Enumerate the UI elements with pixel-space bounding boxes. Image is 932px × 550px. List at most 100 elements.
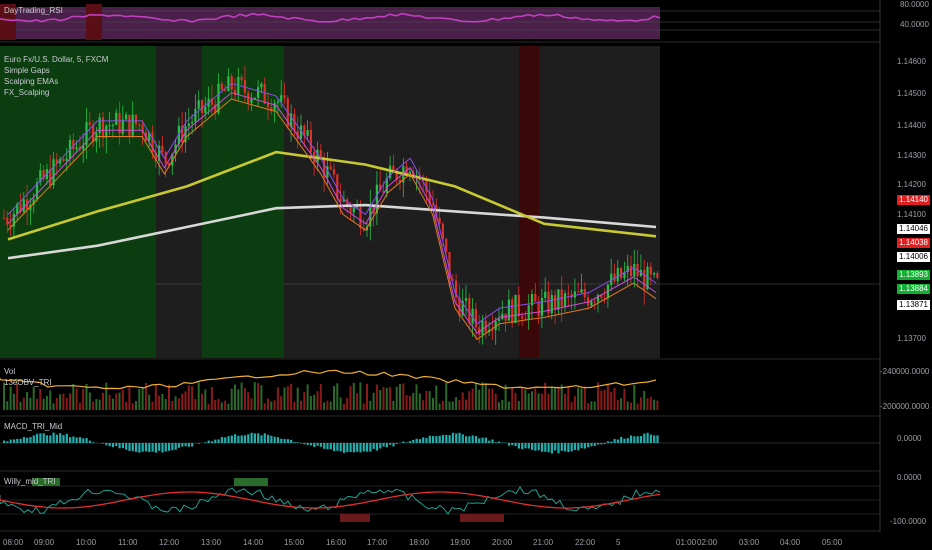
- candle-body: [514, 294, 517, 323]
- macd-histogram-bar: [514, 443, 517, 447]
- volume-pane-title[interactable]: Vol: [4, 367, 15, 376]
- volume-bar: [455, 397, 458, 410]
- macd-histogram-bar: [435, 436, 438, 443]
- macd-histogram-bar: [656, 435, 659, 443]
- candle-body: [138, 124, 141, 126]
- volume-bar: [45, 395, 48, 410]
- macd-histogram-bar: [451, 432, 454, 443]
- macd-histogram-bar: [82, 438, 85, 443]
- macd-histogram-bar: [161, 443, 164, 453]
- price-tag: 1.13871: [897, 300, 930, 310]
- candle-body: [392, 165, 395, 171]
- indicator-simple-gaps[interactable]: Simple Gaps: [4, 66, 50, 75]
- volume-bar: [217, 398, 220, 410]
- macd-histogram-bar: [610, 441, 613, 443]
- macd-histogram-bar: [45, 435, 49, 443]
- macd-histogram-bar: [187, 443, 190, 447]
- macd-pane-title[interactable]: MACD_TRI_Mid: [4, 422, 62, 431]
- macd-histogram-bar: [494, 442, 497, 443]
- macd-histogram-bar: [359, 443, 362, 453]
- candle-body: [75, 147, 78, 150]
- price-tag: 1.14140: [897, 195, 930, 205]
- volume-bar: [583, 386, 586, 410]
- volume-bar: [474, 382, 477, 410]
- volume-bar: [296, 387, 299, 410]
- macd-histogram-bar: [643, 433, 646, 443]
- macd-histogram-bar: [108, 443, 111, 447]
- macd-histogram-bar: [243, 435, 247, 443]
- willy-zone-mark: [234, 478, 268, 486]
- macd-histogram-bar: [154, 443, 157, 453]
- candle-body: [263, 83, 266, 104]
- volume-bar: [72, 383, 75, 410]
- volume-bar: [600, 390, 603, 410]
- volume-bar: [115, 393, 118, 410]
- candle-body: [200, 100, 204, 113]
- macd-histogram-bar: [349, 443, 352, 452]
- macd-histogram-bar: [36, 433, 39, 443]
- candle-body: [352, 207, 355, 213]
- obv-pane-title[interactable]: 13eOBV_TRI: [4, 378, 52, 387]
- price-axis-label: 1.14500: [897, 89, 926, 98]
- volume-bar: [55, 398, 58, 410]
- volume-bar: [507, 401, 510, 410]
- volume-bar: [616, 399, 619, 410]
- volume-bar: [260, 385, 263, 410]
- volume-bar: [293, 401, 296, 410]
- candle-body: [504, 313, 507, 321]
- candle-body: [243, 80, 246, 93]
- candle-body: [65, 158, 68, 161]
- candle-body: [227, 76, 230, 92]
- volume-bar: [379, 390, 382, 410]
- main-pane-title[interactable]: Euro Fx/U.S. Dollar, 5, FXCM: [4, 55, 108, 64]
- macd-histogram-bar: [333, 443, 336, 452]
- trading-chart[interactable]: [0, 0, 932, 550]
- macd-histogram-bar: [59, 433, 62, 443]
- macd-histogram-bar: [550, 443, 553, 454]
- indicator-fx-scalping[interactable]: FX_Scalping: [4, 88, 49, 97]
- volume-bar: [105, 382, 108, 410]
- macd-histogram-bar: [418, 439, 421, 443]
- indicator-scalping-emas[interactable]: Scalping EMAs: [4, 77, 58, 86]
- macd-histogram-bar: [412, 439, 415, 443]
- macd-histogram-bar: [600, 443, 603, 445]
- volume-bar: [537, 393, 540, 410]
- volume-bar: [240, 382, 243, 410]
- volume-bar: [484, 383, 487, 410]
- volume-bar: [227, 403, 230, 410]
- macd-histogram-bar: [580, 443, 583, 449]
- macd-histogram-bar: [346, 443, 349, 453]
- willy-pane-title[interactable]: Willy_mid_TRI: [4, 477, 56, 486]
- volume-bar: [306, 384, 309, 410]
- macd-histogram-bar: [296, 442, 299, 443]
- macd-histogram-bar: [253, 433, 256, 443]
- macd-histogram-bar: [455, 433, 458, 443]
- macd-histogram-bar: [234, 434, 237, 443]
- macd-histogram-bar: [636, 436, 639, 443]
- volume-bar: [184, 391, 187, 410]
- volume-bar: [554, 387, 557, 410]
- macd-histogram-bar: [171, 443, 174, 451]
- volume-bar: [653, 399, 656, 410]
- macd-histogram-bar: [465, 436, 468, 443]
- time-axis-label: 19:00: [450, 538, 471, 547]
- macd-histogram-bar: [158, 443, 161, 451]
- macd-histogram-bar: [458, 432, 461, 443]
- volume-bar: [257, 383, 260, 410]
- macd-histogram-bar: [214, 439, 217, 443]
- macd-histogram-bar: [369, 443, 372, 452]
- candle-body: [283, 95, 286, 99]
- macd-histogram-bar: [329, 443, 332, 450]
- macd-histogram-bar: [16, 438, 19, 443]
- volume-bar: [111, 398, 114, 410]
- macd-histogram-bar: [286, 439, 289, 443]
- candle-body: [220, 83, 223, 90]
- volume-bar: [399, 384, 401, 410]
- macd-histogram-bar: [217, 439, 220, 443]
- volume-bar: [141, 387, 144, 410]
- macd-histogram-bar: [29, 437, 32, 443]
- volume-bar: [385, 387, 388, 410]
- candle-body: [121, 119, 124, 134]
- macd-histogram-bar: [590, 443, 593, 447]
- volume-bar: [362, 403, 365, 410]
